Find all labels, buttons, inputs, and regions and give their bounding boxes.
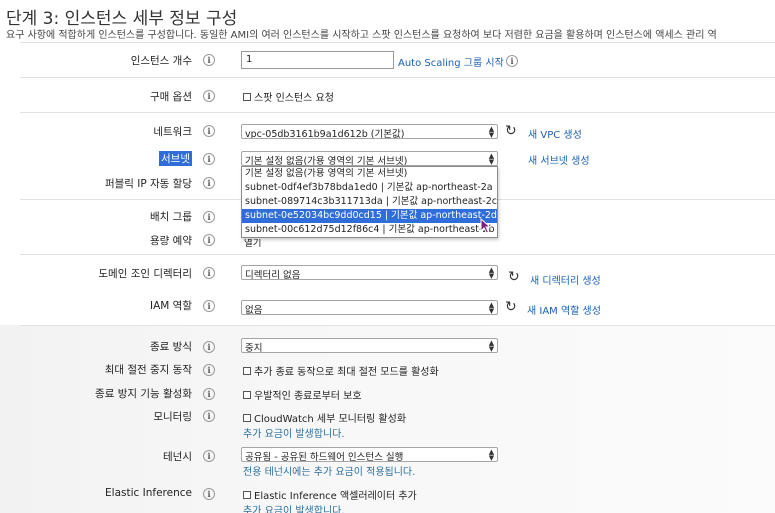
info-icon[interactable]: i: [203, 153, 215, 165]
divider: [20, 42, 775, 43]
dropdown-option[interactable]: subnet-089714c3b311713da | 기본값 ap-northe…: [242, 195, 497, 209]
spot-request-label: 스팟 인스턴스 요청: [254, 93, 334, 104]
refresh-icon[interactable]: ↻: [505, 300, 517, 314]
hibernate-checkbox-label: 추가 종료 동작으로 최대 절전 모드를 활성화: [254, 367, 439, 378]
info-icon[interactable]: i: [203, 410, 215, 422]
select-arrows-icon: ▲ ▼: [488, 301, 495, 315]
checkbox-box[interactable]: [243, 93, 251, 101]
monitoring-charge-note: 추가 요금이 발생합니다.: [243, 429, 345, 440]
select-arrows-icon: ▲ ▼: [488, 448, 495, 462]
auto-scaling-link[interactable]: Auto Scaling 그룹 시작: [398, 54, 504, 69]
domain-select[interactable]: 디렉터리 없음 ▲ ▼: [241, 265, 498, 280]
info-icon[interactable]: i: [203, 300, 215, 312]
cloudwatch-monitoring-checkbox[interactable]: CloudWatch 세부 모니터링 활성화: [243, 410, 406, 425]
instance-count-label: 인스턴스 개수: [130, 55, 192, 67]
shutdown-behavior-label: 종료 방식: [150, 341, 192, 353]
network-label: 네트워크: [153, 126, 192, 138]
dropdown-option-highlighted[interactable]: subnet-0e52034bc9dd0cd15 | 기본값 ap-northe…: [242, 209, 497, 223]
capacity-label: 용량 예약: [150, 235, 192, 247]
create-iam-role-link[interactable]: 새 IAM 역할 생성: [527, 302, 601, 317]
subnet-value: 기본 설정 없음(가용 영역의 기본 서브넷): [245, 156, 408, 166]
select-arrows-icon: ▲ ▼: [488, 266, 495, 280]
tenancy-select[interactable]: 공유됨 - 공유된 하드웨어 인스턴스 실행 ▲ ▼: [241, 447, 498, 462]
divider: [20, 112, 775, 113]
refresh-icon[interactable]: ↻: [505, 124, 517, 138]
elastic-inference-label: Elastic Inference: [105, 487, 192, 499]
hibernate-checkbox[interactable]: 추가 종료 동작으로 최대 절전 모드를 활성화: [243, 363, 439, 378]
iam-role-label: IAM 역할: [150, 300, 192, 312]
info-icon[interactable]: i: [203, 450, 215, 462]
termination-protection-label: 종료 방지 기능 활성화: [95, 388, 192, 400]
checkbox-box[interactable]: [243, 391, 251, 399]
elastic-inference-checkbox[interactable]: Elastic Inference 액셀러레이터 추가: [243, 487, 417, 502]
info-icon[interactable]: i: [203, 54, 215, 66]
placement-group-label: 배치 그룹: [150, 211, 192, 223]
iam-role-select[interactable]: 없음 ▲ ▼: [241, 300, 498, 315]
subnet-select[interactable]: 기본 설정 없음(가용 영역의 기본 서브넷) ▲ ▼: [241, 151, 498, 166]
create-vpc-link[interactable]: 새 VPC 생성: [528, 126, 582, 141]
dropdown-option[interactable]: subnet-0df4ef3b78bda1ed0 | 기본값 ap-northe…: [242, 181, 497, 195]
network-value: vpc-05db3161b9a1d612b (기본값): [245, 129, 405, 139]
select-arrows-icon: ▲ ▼: [488, 152, 495, 166]
network-select[interactable]: vpc-05db3161b9a1d612b (기본값) ▲ ▼: [241, 124, 498, 139]
elastic-charge-note: 추가 요금이 발생합니다.: [243, 506, 345, 513]
elastic-inference-checkbox-label: Elastic Inference 액셀러레이터 추가: [254, 491, 417, 502]
divider: [20, 254, 775, 255]
tenancy-charge-note: 전용 테넌시에는 추가 요금이 적용됩니다.: [243, 467, 416, 478]
info-icon[interactable]: i: [203, 125, 215, 137]
shutdown-behavior-select[interactable]: 중지 ▲ ▼: [241, 338, 498, 353]
page-subtitle: 요구 사항에 적합하게 인스턴스를 구성합니다. 동일한 AMI의 여러 인스턴…: [6, 30, 717, 41]
mouse-cursor-icon: [480, 218, 492, 234]
info-icon[interactable]: i: [203, 267, 215, 279]
info-icon[interactable]: i: [203, 341, 215, 353]
purchase-option-label: 구매 옵션: [150, 91, 192, 103]
public-ip-label: 퍼블릭 IP 자동 할당: [104, 178, 192, 190]
stop-hibernate-label: 최대 절전 중지 동작: [104, 364, 192, 376]
info-icon[interactable]: i: [203, 234, 215, 246]
shutdown-behavior-value: 중지: [245, 343, 263, 353]
select-arrows-icon: ▲ ▼: [488, 339, 495, 353]
tenancy-label: 테넌시: [163, 451, 192, 463]
checkbox-box[interactable]: [243, 491, 251, 499]
subnet-label: 서브넷: [159, 151, 192, 166]
spot-request-checkbox[interactable]: 스팟 인스턴스 요청: [243, 89, 334, 104]
instance-count-input[interactable]: 1: [241, 51, 394, 69]
checkbox-box[interactable]: [243, 414, 251, 422]
create-subnet-link[interactable]: 새 서브넷 생성: [528, 152, 590, 167]
select-arrows-icon: ▲ ▼: [488, 125, 495, 139]
info-icon[interactable]: i: [203, 211, 215, 223]
dropdown-option[interactable]: 기본 설정 없음(가용 영역의 기본 서브넷): [242, 167, 497, 181]
info-icon[interactable]: i: [203, 388, 215, 400]
subnet-dropdown-list[interactable]: 기본 설정 없음(가용 영역의 기본 서브넷) subnet-0df4ef3b7…: [241, 166, 498, 238]
divider: [20, 325, 775, 326]
info-icon[interactable]: i: [203, 488, 215, 500]
divider: [20, 77, 775, 78]
info-icon[interactable]: i: [203, 90, 215, 102]
tenancy-value: 공유됨 - 공유된 하드웨어 인스턴스 실행: [245, 452, 404, 462]
info-icon[interactable]: i: [506, 55, 518, 67]
domain-join-label: 도메인 조인 디렉터리: [98, 268, 192, 280]
iam-role-value: 없음: [245, 305, 263, 315]
cloudwatch-monitoring-label: CloudWatch 세부 모니터링 활성화: [254, 414, 407, 425]
termination-protection-checkbox[interactable]: 우발적인 종료로부터 보호: [243, 387, 362, 402]
monitoring-label: 모니터링: [153, 411, 192, 423]
termination-protection-checkbox-label: 우발적인 종료로부터 보호: [254, 391, 362, 402]
checkbox-box[interactable]: [243, 367, 251, 375]
domain-value: 디렉터리 없음: [245, 270, 301, 280]
info-icon[interactable]: i: [203, 364, 215, 376]
info-icon[interactable]: i: [203, 177, 215, 189]
refresh-icon[interactable]: ↻: [508, 270, 520, 284]
dropdown-option[interactable]: subnet-00c612d75d12f86c4 | 기본값 ap-northe…: [242, 223, 497, 237]
create-directory-link[interactable]: 새 디렉터리 생성: [530, 272, 601, 287]
